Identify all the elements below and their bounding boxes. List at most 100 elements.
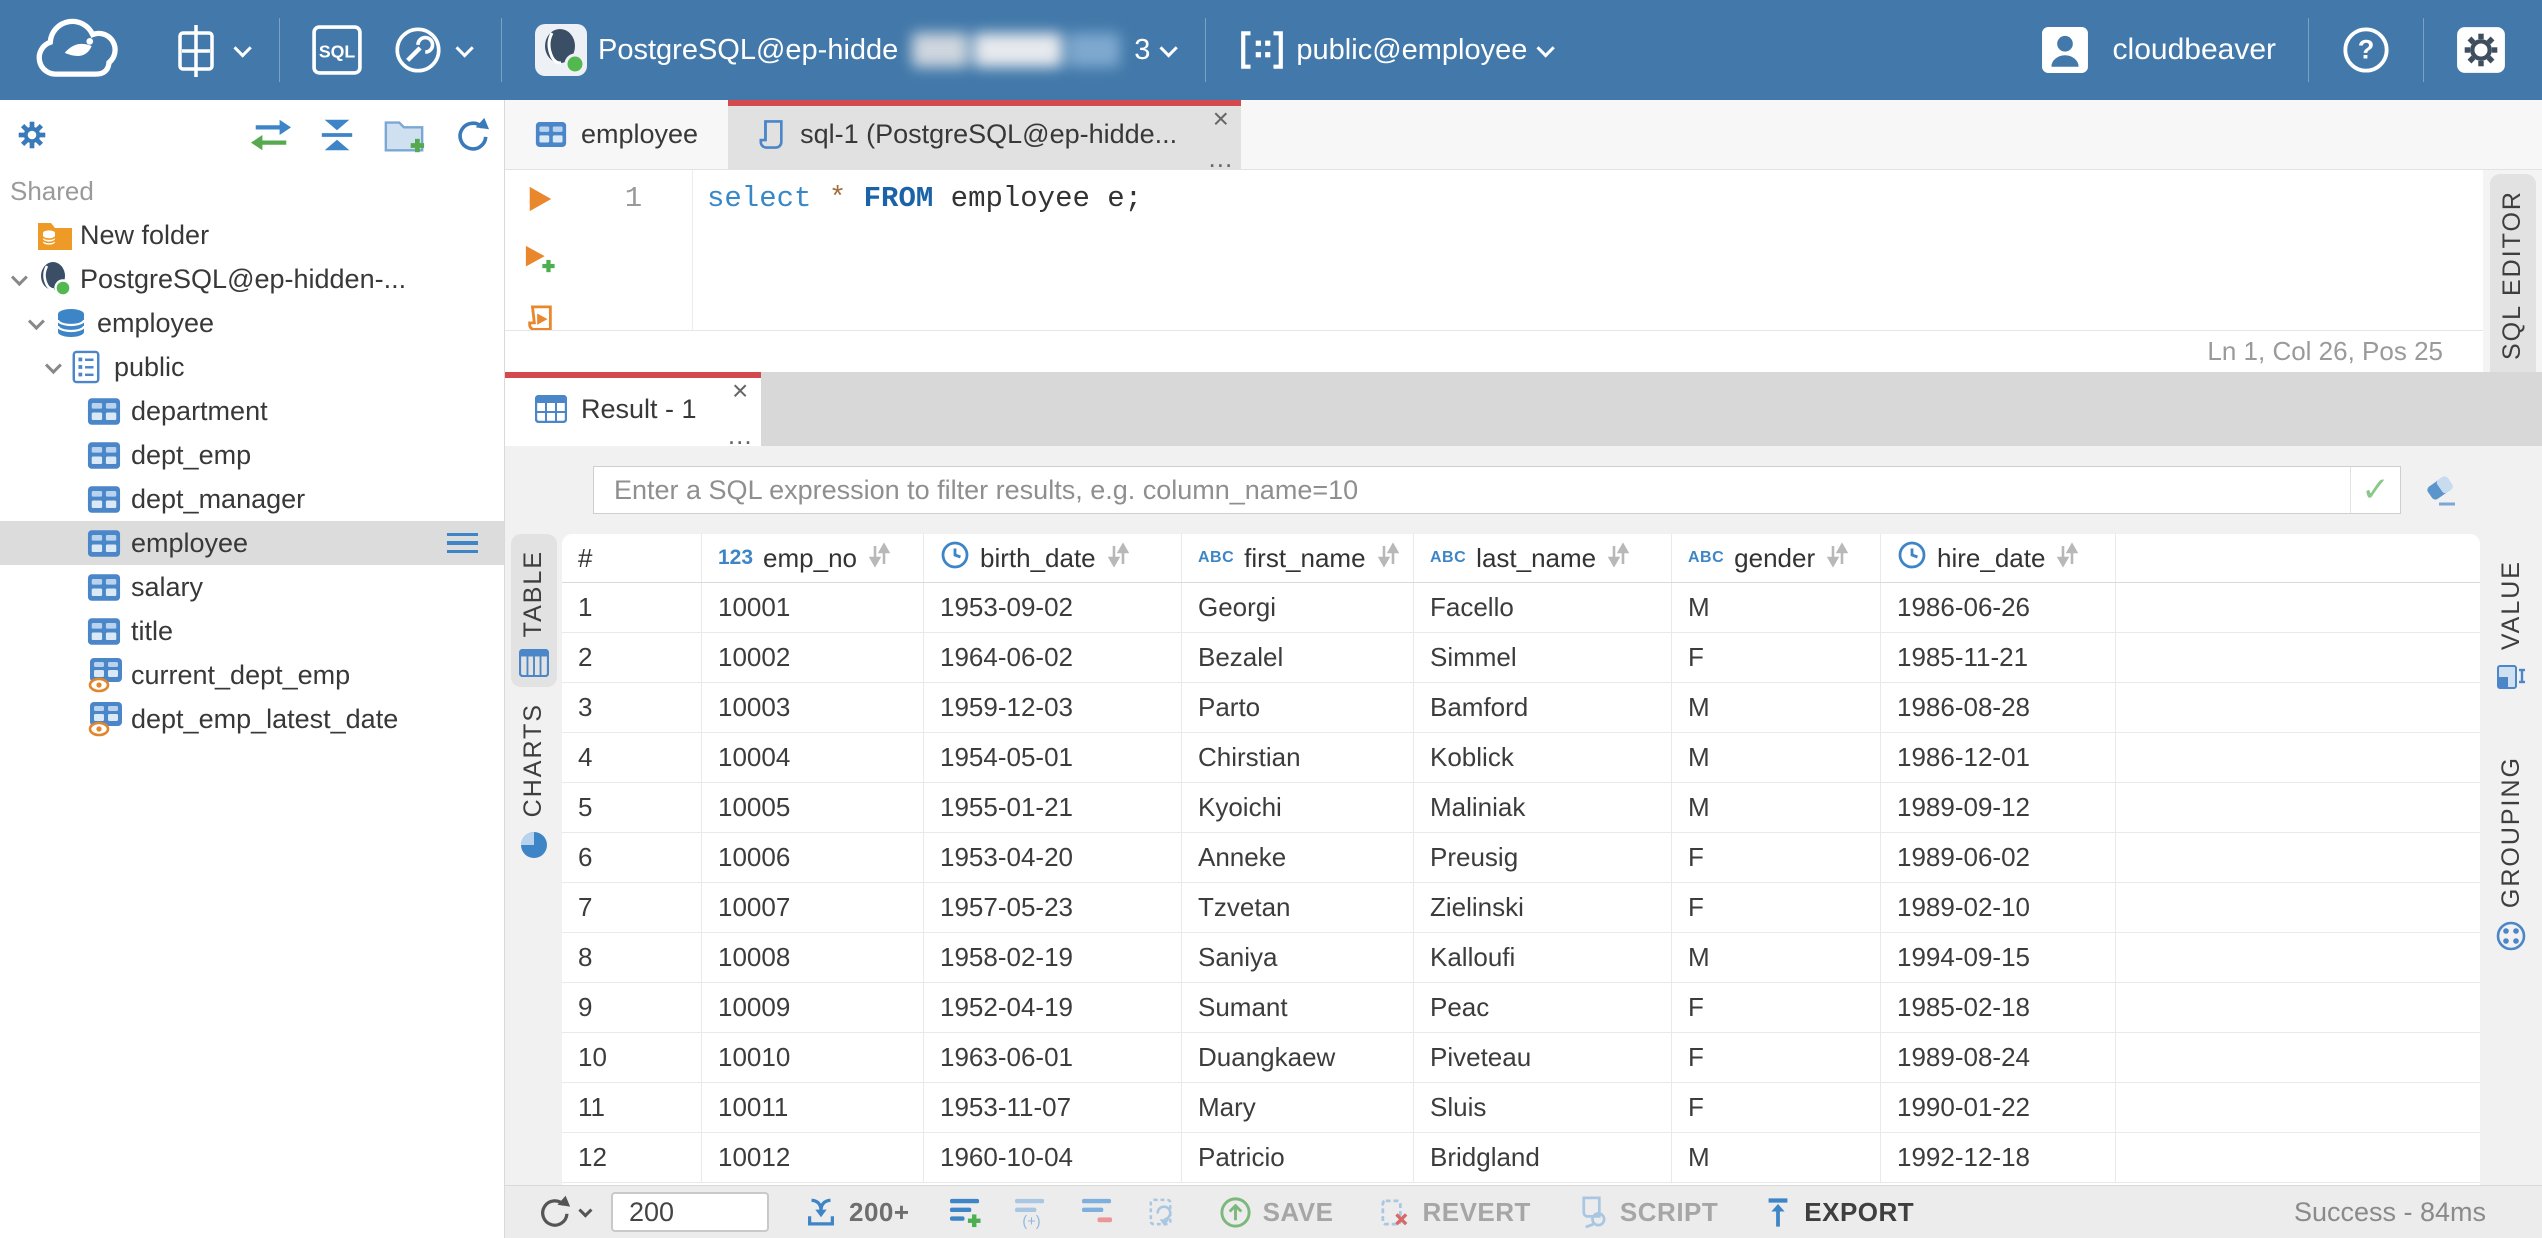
user-menu-button[interactable]: cloudbeaver [2027, 0, 2290, 100]
data-cell[interactable]: Koblick [1414, 733, 1672, 782]
data-cell[interactable]: Kyoichi [1182, 783, 1414, 832]
close-tab-icon[interactable]: × [732, 377, 748, 405]
column-header-birth_date[interactable]: birth_date [924, 534, 1182, 582]
tree-item-dept-manager[interactable]: dept_manager [0, 477, 504, 521]
row-number-cell[interactable]: 10 [562, 1033, 702, 1082]
data-cell[interactable]: 1989-02-10 [1881, 883, 2116, 932]
data-cell[interactable]: 10006 [702, 833, 924, 882]
data-cell[interactable]: 10009 [702, 983, 924, 1032]
sync-connection-icon[interactable] [250, 116, 292, 154]
data-cell[interactable]: 10010 [702, 1033, 924, 1082]
data-cell[interactable]: Tzvetan [1182, 883, 1414, 932]
data-cell[interactable]: Bezalel [1182, 633, 1414, 682]
column-header-hire_date[interactable]: hire_date [1881, 534, 2116, 582]
row-number-cell[interactable]: 3 [562, 683, 702, 732]
new-connection-button[interactable] [154, 0, 261, 100]
data-cell[interactable]: Parto [1182, 683, 1414, 732]
tab-value-panel[interactable]: VALUE [2488, 544, 2534, 702]
column-header-first_name[interactable]: ABC first_name [1182, 534, 1414, 582]
data-cell[interactable]: 1957-05-23 [924, 883, 1182, 932]
data-cell[interactable]: 1985-11-21 [1881, 633, 2116, 682]
tree-item-dept-emp[interactable]: dept_emp [0, 433, 504, 477]
new-folder-icon[interactable] [382, 115, 426, 155]
data-cell[interactable]: 10011 [702, 1083, 924, 1132]
data-cell[interactable]: Simmel [1414, 633, 1672, 682]
close-tab-icon[interactable]: × [1213, 105, 1229, 133]
apply-filter-button[interactable]: ✓ [2350, 467, 2400, 513]
column-header-gender[interactable]: ABC gender [1672, 534, 1881, 582]
expand-chevron-icon[interactable] [8, 269, 36, 287]
column-header-last_name[interactable]: ABC last_name [1414, 534, 1672, 582]
tab-menu-icon[interactable]: ... [728, 422, 753, 448]
add-row-button[interactable] [948, 1196, 983, 1229]
data-cell[interactable]: 10004 [702, 733, 924, 782]
data-cell[interactable]: 10001 [702, 583, 924, 632]
data-cell[interactable]: 1952-04-19 [924, 983, 1182, 1032]
data-cell[interactable]: Preusig [1414, 833, 1672, 882]
data-cell[interactable]: Bridgland [1414, 1133, 1672, 1182]
data-cell[interactable]: Maliniak [1414, 783, 1672, 832]
data-cell[interactable]: Saniya [1182, 933, 1414, 982]
data-cell[interactable]: 1986-08-28 [1881, 683, 2116, 732]
data-cell[interactable]: F [1672, 633, 1881, 682]
tree-item-postgresql-ep-hidden-[interactable]: PostgreSQL@ep-hidden-... [0, 257, 504, 301]
execute-query-button[interactable] [526, 184, 554, 219]
export-button[interactable]: EXPORT [1762, 1195, 1914, 1230]
data-cell[interactable]: 1985-02-18 [1881, 983, 2116, 1032]
data-cell[interactable]: Peac [1414, 983, 1672, 1032]
data-cell[interactable]: 1986-06-26 [1881, 583, 2116, 632]
row-number-cell[interactable]: 1 [562, 583, 702, 632]
row-limit-input[interactable] [611, 1192, 769, 1232]
sort-icon[interactable] [1106, 541, 1130, 575]
data-cell[interactable]: 1989-06-02 [1881, 833, 2116, 882]
tree-item-title[interactable]: title [0, 609, 504, 653]
tab-menu-icon[interactable]: ... [1209, 145, 1234, 171]
data-cell[interactable]: 1986-12-01 [1881, 733, 2116, 782]
data-cell[interactable]: 1959-12-03 [924, 683, 1182, 732]
sort-icon[interactable] [867, 541, 891, 575]
data-cell[interactable]: Mary [1182, 1083, 1414, 1132]
data-cell[interactable]: Bamford [1414, 683, 1672, 732]
data-cell[interactable]: M [1672, 683, 1881, 732]
data-cell[interactable]: M [1672, 783, 1881, 832]
help-button[interactable]: ? [2327, 0, 2405, 100]
row-number-cell[interactable]: 2 [562, 633, 702, 682]
sort-icon[interactable] [1376, 541, 1400, 575]
data-cell[interactable]: 1953-09-02 [924, 583, 1182, 632]
data-cell[interactable]: Anneke [1182, 833, 1414, 882]
row-number-cell[interactable]: 6 [562, 833, 702, 882]
data-cell[interactable]: 10005 [702, 783, 924, 832]
data-cell[interactable]: F [1672, 1083, 1881, 1132]
data-cell[interactable]: 10003 [702, 683, 924, 732]
data-cell[interactable]: M [1672, 933, 1881, 982]
data-cell[interactable]: 10007 [702, 883, 924, 932]
data-cell[interactable]: 1994-09-15 [1881, 933, 2116, 982]
data-cell[interactable]: 10002 [702, 633, 924, 682]
refresh-results-button[interactable] [535, 1194, 593, 1230]
data-cell[interactable]: Zielinski [1414, 883, 1672, 932]
expand-chevron-icon[interactable] [25, 313, 53, 331]
tree-item-salary[interactable]: salary [0, 565, 504, 609]
tab-employee[interactable]: employee [505, 100, 728, 169]
tree-item-dept-emp-latest-date[interactable]: dept_emp_latest_date [0, 697, 504, 741]
data-cell[interactable]: 1992-12-18 [1881, 1133, 2116, 1182]
tree-item-new-folder[interactable]: New folder [0, 213, 504, 257]
sql-editor-button[interactable]: SQL [298, 0, 376, 100]
data-cell[interactable]: 1955-01-21 [924, 783, 1182, 832]
fetch-more-rows-button[interactable]: 200+ [803, 1195, 910, 1230]
row-number-cell[interactable]: 4 [562, 733, 702, 782]
data-cell[interactable]: Chirstian [1182, 733, 1414, 782]
data-cell[interactable]: M [1672, 583, 1881, 632]
node-actions-menu-icon[interactable] [447, 532, 478, 554]
data-cell[interactable]: 1960-10-04 [924, 1133, 1182, 1182]
filter-input[interactable] [594, 467, 2350, 513]
data-cell[interactable]: Patricio [1182, 1133, 1414, 1182]
data-cell[interactable]: Kalloufi [1414, 933, 1672, 982]
clear-filter-eraser-icon[interactable] [2423, 473, 2459, 507]
tree-item-department[interactable]: department [0, 389, 504, 433]
tab-charts-view[interactable]: CHARTS [511, 687, 557, 869]
data-cell[interactable]: Georgi [1182, 583, 1414, 632]
tab-result-1[interactable]: Result - 1 × ... [505, 372, 761, 448]
data-cell[interactable]: F [1672, 883, 1881, 932]
sidebar-settings-gear-icon[interactable] [14, 117, 50, 153]
